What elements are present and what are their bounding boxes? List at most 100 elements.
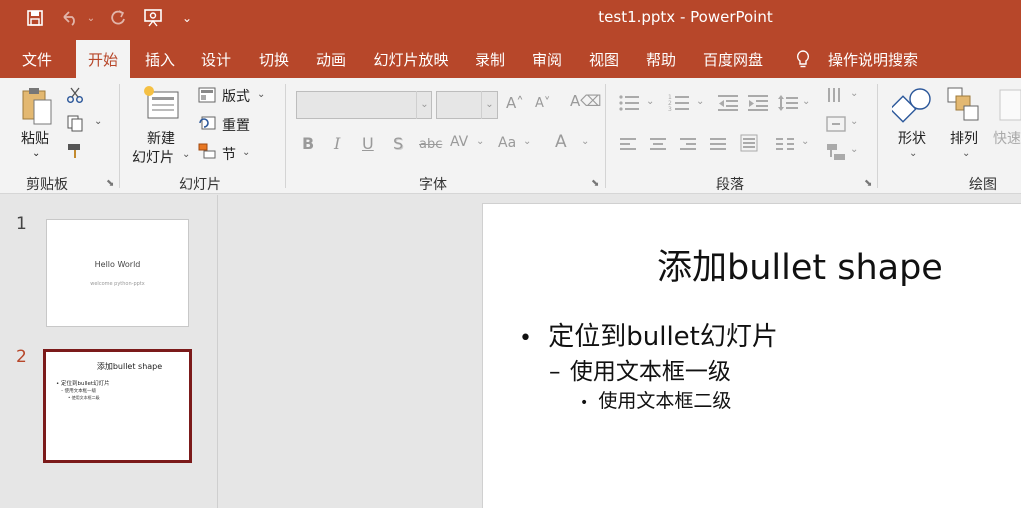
smartart-icon[interactable] xyxy=(826,142,846,166)
tab-home[interactable]: 开始 xyxy=(76,40,130,78)
thumbnail-title: Hello World xyxy=(94,260,141,269)
tab-baidu-netdisk[interactable]: 百度网盘 xyxy=(700,40,766,78)
slide-bullet-text: 使用文本框一级 xyxy=(569,359,731,385)
slide-bullet-level2[interactable]: – 使用文本框一级 xyxy=(549,352,731,386)
reset-icon[interactable] xyxy=(198,115,216,135)
paragraph-group-label: 段落 xyxy=(716,177,744,193)
font-name-combo[interactable] xyxy=(296,91,432,119)
tab-insert[interactable]: 插入 xyxy=(140,40,180,78)
paragraph-launcher-icon[interactable]: ⬊ xyxy=(864,178,872,189)
new-slide-label-line1[interactable]: 新建 xyxy=(147,128,175,148)
layout-dropdown-icon[interactable]: ⌄ xyxy=(257,89,265,100)
align-text-icon[interactable] xyxy=(826,114,846,138)
increase-font-icon[interactable]: A˄ xyxy=(506,94,524,112)
drawing-group-label: 绘图 xyxy=(969,177,997,193)
clipboard-launcher-icon[interactable]: ⬊ xyxy=(106,178,114,189)
thumbnail-bullet-3: • 使用文本框二级 xyxy=(68,395,100,400)
slide-bullet-level3[interactable]: • 使用文本框二级 xyxy=(580,386,731,413)
text-direction-icon[interactable] xyxy=(826,86,846,110)
columns-icon[interactable] xyxy=(776,136,794,155)
shapes-button[interactable]: 形状 xyxy=(898,128,926,148)
bullets-icon[interactable] xyxy=(618,94,640,116)
shadow-button[interactable]: S xyxy=(393,134,403,153)
section-dropdown-icon[interactable]: ⌄ xyxy=(242,147,250,158)
quick-styles-icon[interactable] xyxy=(996,88,1021,126)
lightbulb-icon[interactable] xyxy=(790,40,816,78)
smartart-dropdown-icon[interactable]: ⌄ xyxy=(850,144,858,155)
new-slide-icon[interactable] xyxy=(142,84,182,126)
tab-transitions[interactable]: 切换 xyxy=(254,40,294,78)
layout-button[interactable]: 版式 xyxy=(222,86,250,106)
section-button[interactable]: 节 xyxy=(222,144,236,164)
tab-view[interactable]: 视图 xyxy=(584,40,624,78)
line-spacing-icon[interactable] xyxy=(778,94,798,116)
shapes-dropdown-icon[interactable]: ⌄ xyxy=(909,148,917,159)
cut-icon[interactable] xyxy=(66,86,84,108)
tell-me-search[interactable]: 操作说明搜索 xyxy=(824,40,922,78)
columns-dropdown-icon[interactable]: ⌄ xyxy=(801,136,809,147)
align-text-dropdown-icon[interactable]: ⌄ xyxy=(850,116,858,127)
tab-help[interactable]: 帮助 xyxy=(641,40,681,78)
font-color-dropdown-icon[interactable]: ⌄ xyxy=(581,136,589,147)
slide-thumbnail-2[interactable]: 添加bullet shape • 定位到bullet幻灯片 – 使用文本框一级 … xyxy=(43,349,192,463)
arrange-icon[interactable] xyxy=(946,86,982,128)
tab-record[interactable]: 录制 xyxy=(470,40,510,78)
justify-icon[interactable] xyxy=(710,136,726,155)
strikethrough-button[interactable]: abc xyxy=(419,137,442,152)
arrange-button[interactable]: 排列 xyxy=(950,128,978,148)
current-slide[interactable]: 添加bullet shape • 定位到bullet幻灯片 – 使用文本框一级 … xyxy=(482,203,1021,508)
bullet-marker: – xyxy=(549,359,561,385)
align-center-icon[interactable] xyxy=(650,136,666,155)
slide-thumbnail-1[interactable]: Hello World welcome python-pptx xyxy=(46,219,189,327)
tab-animations[interactable]: 动画 xyxy=(311,40,351,78)
tab-file[interactable]: 文件 xyxy=(16,40,58,78)
font-launcher-icon[interactable]: ⬊ xyxy=(591,178,599,189)
shapes-icon[interactable] xyxy=(889,86,934,128)
paste-button[interactable]: 粘贴 xyxy=(21,128,49,148)
tab-design[interactable]: 设计 xyxy=(196,40,236,78)
italic-button[interactable]: I xyxy=(334,134,340,153)
tab-review[interactable]: 审阅 xyxy=(527,40,567,78)
numbering-icon[interactable]: 123 xyxy=(668,94,690,116)
slide-bullet-level1[interactable]: • 定位到bullet幻灯片 xyxy=(519,316,778,353)
paste-icon[interactable] xyxy=(20,86,54,128)
title-bar: ⌄ ⌄ test1.pptx - PowerPoint xyxy=(0,0,1021,36)
bold-button[interactable]: B xyxy=(302,134,314,153)
clear-formatting-icon[interactable]: A⌫ xyxy=(570,92,601,110)
numbering-dropdown-icon[interactable]: ⌄ xyxy=(696,96,704,107)
group-divider xyxy=(285,84,286,188)
font-color-button[interactable]: A xyxy=(555,132,567,152)
reset-button[interactable]: 重置 xyxy=(222,115,250,135)
change-case-dropdown-icon[interactable]: ⌄ xyxy=(523,136,531,147)
layout-icon[interactable] xyxy=(198,87,216,107)
tab-slideshow[interactable]: 幻灯片放映 xyxy=(370,40,452,78)
increase-indent-icon[interactable] xyxy=(748,94,768,116)
text-direction-dropdown-icon[interactable]: ⌄ xyxy=(850,88,858,99)
decrease-indent-icon[interactable] xyxy=(718,94,738,116)
character-spacing-button[interactable]: AV xyxy=(450,134,468,150)
format-painter-icon[interactable] xyxy=(66,142,84,164)
font-name-dropdown-icon[interactable]: ⌄ xyxy=(416,91,432,119)
line-spacing-dropdown-icon[interactable]: ⌄ xyxy=(802,96,810,107)
copy-icon[interactable] xyxy=(66,114,84,136)
character-spacing-dropdown-icon[interactable]: ⌄ xyxy=(476,136,484,147)
copy-dropdown-icon[interactable]: ⌄ xyxy=(94,116,102,127)
paste-dropdown-icon[interactable]: ⌄ xyxy=(32,148,40,159)
slide-bullet-text: 定位到bullet幻灯片 xyxy=(548,322,778,352)
align-right-icon[interactable] xyxy=(680,136,696,155)
arrange-dropdown-icon[interactable]: ⌄ xyxy=(962,148,970,159)
change-case-button[interactable]: Aa xyxy=(498,135,516,151)
svg-text:3: 3 xyxy=(668,106,672,112)
underline-button[interactable]: U xyxy=(362,134,374,153)
quick-styles-button[interactable]: 快速 xyxy=(993,128,1021,148)
bullets-dropdown-icon[interactable]: ⌄ xyxy=(646,96,654,107)
group-divider xyxy=(119,84,120,188)
font-size-dropdown-icon[interactable]: ⌄ xyxy=(481,91,497,119)
new-slide-dropdown-icon[interactable]: ⌄ xyxy=(182,149,190,160)
align-left-icon[interactable] xyxy=(620,136,636,155)
decrease-font-icon[interactable]: A˅ xyxy=(535,96,550,111)
distributed-icon[interactable] xyxy=(740,134,758,156)
new-slide-label-line2[interactable]: 幻灯片 xyxy=(132,147,174,167)
slide-title[interactable]: 添加bullet shape xyxy=(657,239,943,290)
section-icon[interactable] xyxy=(198,143,216,163)
